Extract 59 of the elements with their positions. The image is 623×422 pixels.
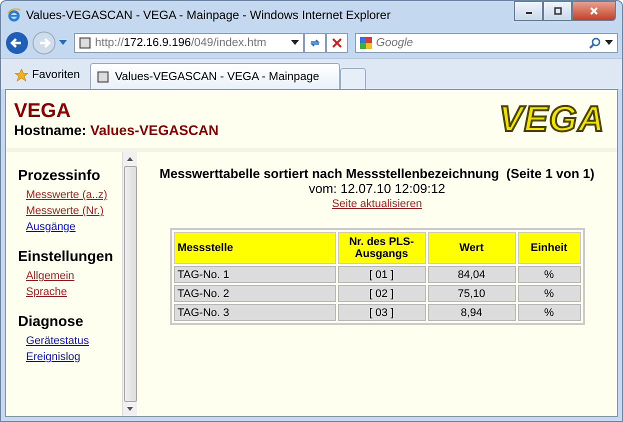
stop-icon bbox=[331, 37, 343, 49]
minimize-button[interactable] bbox=[514, 1, 543, 21]
refresh-icon bbox=[309, 37, 321, 49]
search-icon[interactable] bbox=[589, 37, 601, 49]
maximize-icon bbox=[552, 6, 562, 16]
refresh-link[interactable]: Seite aktualisieren bbox=[332, 198, 422, 210]
table-cell: [ 03 ] bbox=[338, 304, 426, 321]
nav-link[interactable]: Messwerte (a..z) bbox=[26, 187, 108, 203]
table-cell: [ 01 ] bbox=[338, 266, 426, 283]
dropdown-icon[interactable] bbox=[605, 40, 613, 46]
nav-link[interactable]: Ausgänge bbox=[26, 219, 76, 235]
maximize-button[interactable] bbox=[543, 1, 572, 21]
dropdown-icon[interactable] bbox=[291, 40, 299, 46]
hostname-label: Hostname: bbox=[14, 122, 86, 138]
page-icon bbox=[79, 37, 91, 49]
site-title: VEGA bbox=[14, 100, 72, 122]
back-button[interactable] bbox=[5, 31, 29, 55]
table-cell: TAG-No. 1 bbox=[174, 266, 336, 283]
table-cell: % bbox=[518, 304, 580, 321]
search-provider-icon bbox=[360, 37, 372, 49]
nav-link[interactable]: Ereignislog bbox=[26, 349, 80, 365]
section-title: Prozessinfo bbox=[18, 168, 100, 184]
favorites-button[interactable]: Favoriten bbox=[9, 61, 86, 89]
column-header: Wert bbox=[428, 232, 516, 264]
table-cell: 84,04 bbox=[428, 266, 516, 283]
table-cell: TAG-No. 3 bbox=[174, 304, 336, 321]
timestamp: vom: 12.07.10 12:09:12 bbox=[308, 181, 446, 196]
close-button[interactable] bbox=[572, 1, 616, 21]
nav-link[interactable]: Sprache bbox=[26, 284, 67, 300]
address-field[interactable]: http://172.16.9.196/049/index.htm bbox=[74, 33, 304, 53]
scrollbar[interactable] bbox=[122, 152, 137, 416]
section-title: Einstellungen bbox=[18, 249, 114, 265]
nav-link[interactable]: Allgemein bbox=[26, 268, 74, 284]
browser-tab[interactable]: Values-VEGASCAN - VEGA - Mainpage bbox=[90, 63, 340, 89]
table-cell: [ 02 ] bbox=[338, 285, 426, 302]
stop-button[interactable] bbox=[326, 33, 348, 53]
nav-link[interactable]: Messwerte (Nr.) bbox=[26, 203, 104, 219]
section-title: Diagnose bbox=[18, 314, 84, 330]
window-title: Values-VEGASCAN - VEGA - Mainpage - Windows Internet Explorer bbox=[26, 8, 392, 22]
star-icon bbox=[15, 68, 28, 82]
column-header: Messstelle bbox=[174, 232, 336, 264]
table-cell: 75,10 bbox=[428, 285, 516, 302]
table-cell: TAG-No. 2 bbox=[174, 285, 336, 302]
scroll-down-icon[interactable] bbox=[127, 407, 133, 411]
page-icon bbox=[96, 70, 109, 82]
scroll-up-icon[interactable] bbox=[127, 157, 133, 161]
search-field[interactable]: Google bbox=[355, 33, 618, 53]
table-cell: % bbox=[518, 266, 580, 283]
column-header: Nr. des PLS-Ausgangs bbox=[338, 232, 426, 264]
refresh-button[interactable] bbox=[304, 33, 326, 53]
browser-logo-icon bbox=[7, 8, 21, 22]
column-header: Einheit bbox=[518, 232, 580, 264]
close-icon bbox=[589, 6, 599, 16]
table-cell: % bbox=[518, 285, 580, 302]
hostname: Values-VEGASCAN bbox=[90, 122, 219, 138]
table-cell: 8,94 bbox=[428, 304, 516, 321]
nav-link[interactable]: Gerätestatus bbox=[26, 333, 89, 349]
logo: VEGA bbox=[498, 99, 605, 139]
table-heading: Messwerttabelle sortiert nach Messstellenbezeichnung (Seite 1 von 1) bbox=[160, 166, 594, 181]
